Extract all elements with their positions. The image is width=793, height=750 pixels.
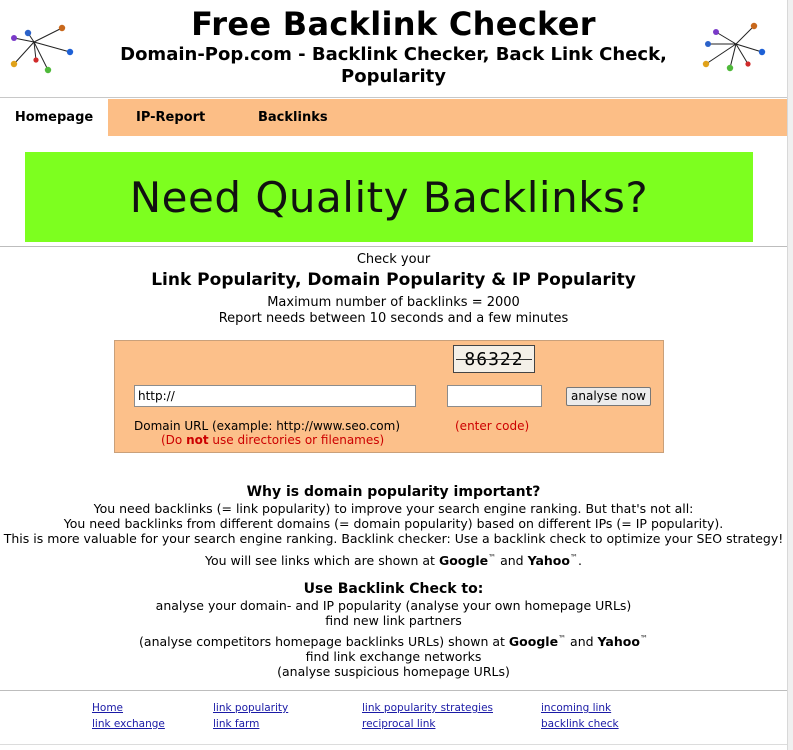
page-scrollbar[interactable] <box>787 0 793 750</box>
text-fragment: and <box>496 553 528 569</box>
network-logo-icon <box>702 22 766 72</box>
tab-backlinks[interactable]: Backlinks <box>258 99 328 136</box>
captcha-noise-line <box>456 359 532 360</box>
max-backlinks-text: Maximum number of backlinks = 2000 <box>267 295 520 310</box>
domain-url-input[interactable] <box>134 385 416 407</box>
report-time-text: Report needs between 10 seconds and a fe… <box>218 311 569 326</box>
domain-url-hint: Domain URL (example: http://www.seo.com) <box>134 419 400 433</box>
why-section: Why is domain popularity important? You … <box>0 483 787 568</box>
why-text-line: You need backlinks from different domain… <box>63 516 724 531</box>
google-mention: Google <box>438 553 489 569</box>
text-fragment: You will see links which are shown at <box>205 553 439 569</box>
why-heading: Why is domain popularity important? <box>246 484 541 500</box>
footer-link-link-exchange[interactable]: link exchange <box>92 717 165 731</box>
captcha-code-hint: (enter code) <box>455 419 530 433</box>
intro-section: Check your Link Popularity, Domain Popul… <box>0 252 787 327</box>
trademark-symbol: ™ <box>558 634 567 643</box>
site-header: Free Backlink Checker Domain-Pop.com - B… <box>0 0 787 98</box>
footer-link-incoming-link[interactable]: incoming link <box>541 701 611 715</box>
trademark-symbol: ™ <box>569 553 578 562</box>
divider <box>0 690 787 691</box>
text-fragment: . <box>577 553 582 569</box>
use-text-line: find link exchange networks <box>305 649 482 665</box>
use-text-line: analyse your domain- and IP popularity (… <box>155 598 632 613</box>
intro-check-label: Check your <box>356 252 431 267</box>
site-title: Free Backlink Checker <box>191 5 596 43</box>
divider <box>0 246 787 247</box>
text-fragment: (analyse competitors homepage backlinks … <box>139 634 509 650</box>
tab-ip-report[interactable]: IP-Report <box>136 99 205 136</box>
site-subtitle: Domain-Pop.com - Backlink Checker, Back … <box>120 44 667 87</box>
use-text-line: (analyse suspicious homepage URLs) <box>277 664 510 680</box>
divider <box>0 744 787 745</box>
captcha-code-input[interactable] <box>447 385 542 407</box>
intro-heading: Link Popularity, Domain Popularity & IP … <box>151 270 636 290</box>
trademark-symbol: ™ <box>639 634 648 643</box>
footer-link-link-popularity-strategies[interactable]: link popularity strategies <box>362 701 493 715</box>
footer-link-link-farm[interactable]: link farm <box>213 717 259 731</box>
yahoo-mention: Yahoo <box>527 553 570 569</box>
use-heading: Use Backlink Check to: <box>303 581 484 597</box>
ad-banner[interactable]: Need Quality Backlinks? <box>25 152 753 242</box>
why-text-line: You will see links which are shown at Go… <box>0 550 787 568</box>
tab-homepage[interactable]: Homepage <box>0 99 108 136</box>
why-text-line: This is more valuable for your search en… <box>3 531 784 546</box>
trademark-symbol: ™ <box>488 553 497 562</box>
google-mention: Google <box>508 634 559 650</box>
use-text-line: (analyse competitors homepage backlinks … <box>0 631 787 649</box>
warning-text: (Do <box>161 433 187 447</box>
use-text-line: find new link partners <box>325 613 462 628</box>
text-fragment: and <box>566 634 598 650</box>
why-text-line: You need backlinks (= link popularity) t… <box>93 501 694 516</box>
backlink-check-form: 86322 analyse now Domain URL (example: h… <box>114 340 664 453</box>
main-nav: Homepage IP-Report Backlinks <box>0 99 787 136</box>
footer-link-backlink-check[interactable]: backlink check <box>541 717 619 731</box>
footer-link-home[interactable]: Home <box>92 701 123 715</box>
yahoo-mention: Yahoo <box>597 634 640 650</box>
use-section: Use Backlink Check to: analyse your doma… <box>0 580 787 679</box>
footer-link-link-popularity[interactable]: link popularity <box>213 701 288 715</box>
footer-link-reciprocal-link[interactable]: reciprocal link <box>362 717 435 731</box>
warning-text: use directories or filenames) <box>208 433 385 447</box>
analyse-now-button[interactable]: analyse now <box>566 387 651 406</box>
captcha-image: 86322 <box>453 345 535 373</box>
footer-links: Home link popularity link popularity str… <box>0 701 787 737</box>
domain-url-warning: (Do not use directories or filenames) <box>161 433 384 448</box>
warning-emphasis: not <box>186 433 209 447</box>
banner-text: Need Quality Backlinks? <box>129 172 649 222</box>
